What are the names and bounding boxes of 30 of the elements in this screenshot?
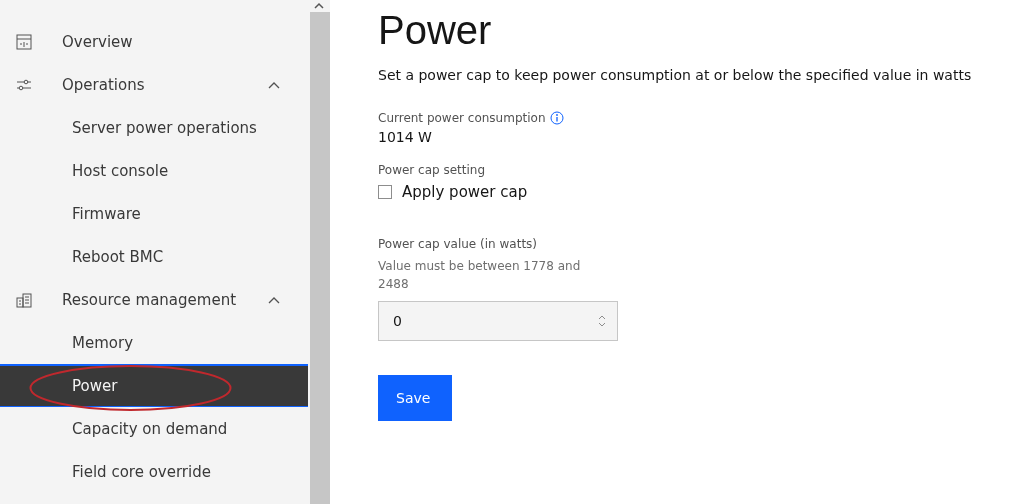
building-icon: [16, 291, 32, 308]
number-input[interactable]: 0: [378, 301, 618, 341]
helper-text: Value must be between 1778 and 2488: [378, 258, 582, 293]
sidebar-item[interactable]: Host console: [0, 149, 308, 192]
scroll-up-icon[interactable]: [314, 2, 324, 10]
sidebar-item[interactable]: Resource management: [0, 278, 308, 321]
dashboard-icon: [16, 33, 32, 50]
chevron-up-icon[interactable]: [268, 295, 280, 304]
info-icon[interactable]: [550, 111, 565, 125]
field-label: Current power consumption: [378, 111, 546, 125]
power-value: 1014 W: [378, 129, 432, 145]
sidebar-item[interactable]: Power: [0, 364, 308, 407]
save-button[interactable]: Save: [378, 375, 452, 421]
sidebar-item[interactable]: Capacity on demand: [0, 407, 308, 450]
checkbox-label[interactable]: Apply power cap: [402, 183, 528, 201]
page-title: Power: [378, 8, 492, 53]
field-label: Power cap setting: [378, 163, 486, 177]
chevron-up-icon[interactable]: [268, 80, 280, 89]
page-description: Set a power cap to keep power consumption at or below the specified value in watts: [378, 67, 972, 83]
sidebar-item[interactable]: Firmware: [0, 192, 308, 235]
sidebar-item[interactable]: Field core override: [0, 450, 308, 493]
sidebar-item[interactable]: Overview: [0, 20, 308, 63]
stepper-icon[interactable]: [597, 314, 607, 328]
sidebar-item[interactable]: Reboot BMC: [0, 235, 308, 278]
sidebar-item[interactable]: Memory: [0, 321, 308, 364]
checkbox[interactable]: [378, 185, 392, 199]
field-label: Power cap value (in watts): [378, 237, 538, 251]
scrollbar[interactable]: [308, 0, 330, 504]
sidebar-item[interactable]: Server power operations: [0, 106, 308, 149]
sidebar-item[interactable]: Operations: [0, 63, 308, 106]
